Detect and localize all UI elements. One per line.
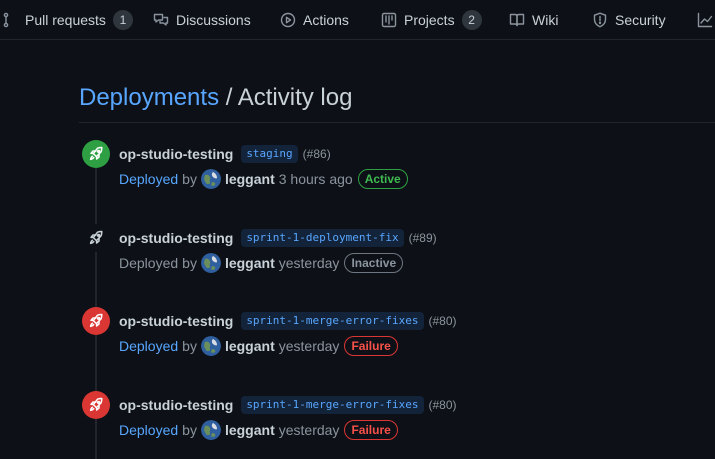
deployment-header: op-studio-testing staging (#86) xyxy=(119,145,331,163)
tab-wiki[interactable]: Wiki xyxy=(509,0,558,40)
avatar[interactable] xyxy=(200,336,221,356)
user-link[interactable]: leggant xyxy=(225,255,275,271)
tab-pull-requests-label: Pull requests xyxy=(25,12,106,28)
environment-name[interactable]: op-studio-testing xyxy=(119,230,233,246)
by-label: by xyxy=(182,422,197,438)
deployment-status-link[interactable]: Deployed xyxy=(119,422,178,438)
tab-insights[interactable] xyxy=(697,0,713,40)
user-link[interactable]: leggant xyxy=(225,171,275,187)
git-pull-request-icon xyxy=(3,12,9,28)
tab-security-label: Security xyxy=(615,12,666,28)
page-title: Deployments / Activity log xyxy=(79,84,352,112)
tab-discussions-label: Discussions xyxy=(176,12,251,28)
deployments-link[interactable]: Deployments xyxy=(79,84,219,111)
tab-projects-label: Projects xyxy=(404,12,455,28)
deployment-meta: Deployed by leggant yesterday Failure xyxy=(119,419,398,441)
tab-pull-requests[interactable]: Pull requests 1 xyxy=(2,0,133,40)
status-badge: Active xyxy=(357,169,408,189)
rocket-icon xyxy=(89,313,103,328)
shield-icon xyxy=(593,12,607,28)
environment-name[interactable]: op-studio-testing xyxy=(119,146,233,162)
pull-requests-count: 1 xyxy=(112,10,133,30)
deployment-entry: op-studio-testing sprint-1-merge-error-f… xyxy=(80,307,715,367)
branch-ref[interactable]: sprint-1-deployment-fix xyxy=(241,229,404,247)
status-badge: Failure xyxy=(344,336,398,356)
branch-ref[interactable]: sprint-1-merge-error-fixes xyxy=(241,396,424,414)
tab-discussions[interactable]: Discussions xyxy=(153,0,251,40)
table-icon xyxy=(381,12,397,28)
tab-security[interactable]: Security xyxy=(592,0,666,40)
book-icon xyxy=(509,13,525,27)
deployment-header: op-studio-testing sprint-1-merge-error-f… xyxy=(119,396,457,414)
relative-time: yesterday xyxy=(278,338,340,354)
deployment-header: op-studio-testing sprint-1-merge-error-f… xyxy=(119,312,457,330)
avatar[interactable] xyxy=(200,169,221,189)
breadcrumb-separator: / xyxy=(219,84,238,111)
tab-wiki-label: Wiki xyxy=(532,12,559,28)
heading-divider xyxy=(79,122,715,123)
repo-nav: Pull requests 1 Discussions Actions Proj… xyxy=(0,0,715,40)
deployment-meta: Deployed by leggant 3 hours ago Active xyxy=(119,168,408,190)
comment-discussion-icon xyxy=(153,13,169,26)
deployment-status-link[interactable]: Deployed xyxy=(119,338,178,354)
by-label: by xyxy=(182,338,197,354)
deployment-header: op-studio-testing sprint-1-deployment-fi… xyxy=(119,229,437,247)
environment-name[interactable]: op-studio-testing xyxy=(119,397,233,413)
deployment-status-text: Deployed xyxy=(119,255,179,271)
tab-actions[interactable]: Actions xyxy=(280,0,349,40)
deployment-status-marker xyxy=(82,140,110,168)
status-badge: Failure xyxy=(344,420,398,440)
projects-count: 2 xyxy=(461,10,482,30)
by-label: by xyxy=(182,171,197,187)
relative-time: 3 hours ago xyxy=(278,171,353,187)
status-badge: Inactive xyxy=(344,253,404,273)
user-link[interactable]: leggant xyxy=(225,338,275,354)
tab-projects[interactable]: Projects 2 xyxy=(381,0,482,40)
deployment-status-marker xyxy=(82,307,110,335)
avatar[interactable] xyxy=(200,253,221,273)
activity-log-title: Activity log xyxy=(237,84,353,111)
avatar[interactable] xyxy=(200,420,221,440)
deployment-entry: op-studio-testing sprint-1-merge-error-f… xyxy=(80,391,715,451)
rocket-icon xyxy=(89,230,103,245)
deployment-meta: Deployed by leggant yesterday Inactive xyxy=(119,252,404,274)
environment-name[interactable]: op-studio-testing xyxy=(119,313,233,329)
deployment-number[interactable]: (#89) xyxy=(409,231,437,245)
by-label: by xyxy=(182,255,197,271)
deployment-entry: op-studio-testing staging (#86) Deployed… xyxy=(80,140,715,200)
deployment-number[interactable]: (#86) xyxy=(303,147,331,161)
tab-actions-label: Actions xyxy=(303,12,349,28)
relative-time: yesterday xyxy=(278,422,340,438)
deployment-number[interactable]: (#80) xyxy=(429,314,457,328)
branch-ref[interactable]: sprint-1-merge-error-fixes xyxy=(241,312,424,330)
deployment-status-link[interactable]: Deployed xyxy=(119,171,178,187)
deployment-number[interactable]: (#80) xyxy=(429,398,457,412)
branch-ref[interactable]: staging xyxy=(241,145,298,163)
user-link[interactable]: leggant xyxy=(225,422,275,438)
relative-time: yesterday xyxy=(278,255,340,271)
deployment-meta: Deployed by leggant yesterday Failure xyxy=(119,335,398,357)
deployment-status-marker xyxy=(82,391,110,419)
graph-icon xyxy=(697,12,713,28)
deployment-status-marker xyxy=(82,224,110,252)
play-icon xyxy=(280,12,296,28)
deployment-entry: op-studio-testing sprint-1-deployment-fi… xyxy=(80,224,715,284)
rocket-icon xyxy=(89,146,103,161)
rocket-icon xyxy=(89,397,103,412)
